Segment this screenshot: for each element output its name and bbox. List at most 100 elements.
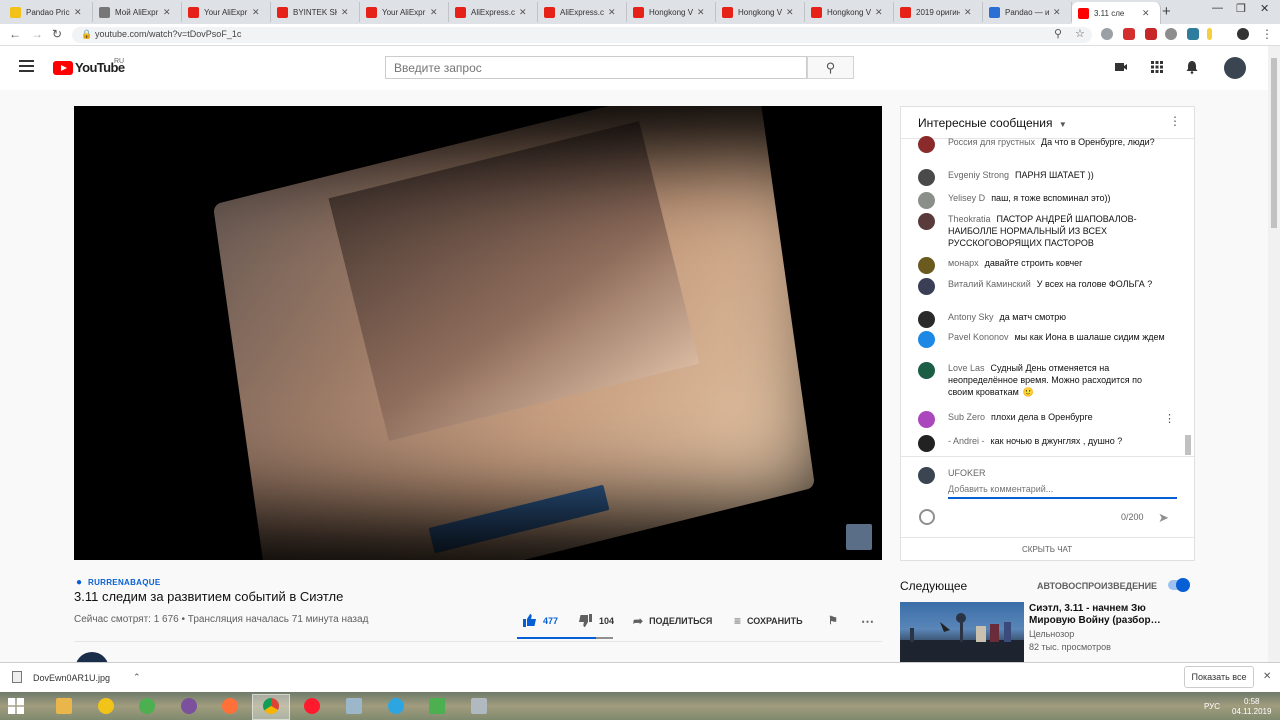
browser-tab[interactable]: BYINTEK SKY ✕	[271, 2, 360, 22]
file-explorer-icon[interactable]	[50, 695, 78, 719]
chat-message[interactable]: - Andrei - как ночью в джунглях , душно ?	[918, 435, 1168, 452]
tab-close-icon[interactable]: ✕	[697, 7, 705, 18]
show-all-downloads-button[interactable]: Показать все	[1184, 666, 1254, 688]
chat-author-name[interactable]: Sub Zero	[948, 412, 985, 422]
tab-close-icon[interactable]: ✕	[163, 7, 171, 18]
chat-author-name[interactable]: Theokratia	[948, 214, 991, 224]
utorrent-icon[interactable]	[423, 695, 451, 719]
next-video-channel[interactable]: Цельнозор	[1029, 629, 1074, 639]
hamburger-menu-icon[interactable]	[19, 60, 34, 72]
browser-tab[interactable]: Your AliExpr ✕	[360, 2, 449, 22]
next-video-title[interactable]: Сиэтл, 3.11 - начнем Зю Мировую Войну (р…	[1029, 603, 1169, 627]
message-menu-icon[interactable]: ⋮	[1164, 412, 1175, 425]
more-actions-icon[interactable]: ⋯	[861, 614, 874, 630]
maximize-window-icon[interactable]: ❐	[1236, 2, 1246, 15]
input-language[interactable]: РУС	[1204, 702, 1220, 711]
chat-message[interactable]: Evgeniy Strong ПАРНЯ ШАТАЕТ ))	[918, 169, 1168, 186]
next-video-thumbnail[interactable]	[900, 602, 1024, 662]
chat-author-name[interactable]: Antony Sky	[948, 312, 994, 322]
system-clock[interactable]: 0:58 04.11.2019	[1232, 697, 1271, 717]
chat-message[interactable]: Theokratia ПАСТОР АНДРЕЙ ШАПОВАЛОВ- НАИБО…	[918, 213, 1168, 249]
chat-message[interactable]: Виталий Каминский У всех на голове ФОЛЬГА…	[918, 278, 1168, 295]
tab-close-icon[interactable]: ✕	[964, 7, 972, 18]
telegram-icon[interactable]	[382, 695, 410, 719]
tab-close-icon[interactable]: ✕	[74, 7, 82, 18]
extension-icon[interactable]	[1187, 28, 1199, 40]
chat-author-name[interactable]: Evgeniy Strong	[948, 170, 1009, 180]
extension-icon[interactable]	[1165, 28, 1177, 40]
close-window-icon[interactable]: ✕	[1260, 2, 1269, 15]
create-video-icon[interactable]	[1114, 60, 1128, 74]
emoji-picker-icon[interactable]	[919, 509, 935, 525]
tab-close-icon[interactable]: ✕	[1142, 8, 1150, 19]
like-button[interactable]: 477	[522, 614, 558, 627]
chat-message[interactable]: Antony Sky да матч смотрю	[918, 311, 1168, 328]
chat-author-name[interactable]: Виталий Каминский	[948, 279, 1031, 289]
viber-icon[interactable]	[175, 695, 203, 719]
tab-close-icon[interactable]: ✕	[252, 7, 260, 18]
chat-author-name[interactable]: Yelisey D	[948, 193, 985, 203]
chat-message[interactable]: Yelisey D паш, я тоже вспоминал это))	[918, 192, 1168, 209]
extension-icon[interactable]	[1207, 28, 1212, 40]
report-flag-icon[interactable]: ⚑	[828, 614, 838, 627]
chat-author-name[interactable]: Pavel Kononov	[948, 332, 1009, 342]
reload-icon[interactable]: ↻	[52, 27, 62, 41]
tab-close-icon[interactable]: ✕	[608, 7, 616, 18]
chat-author-name[interactable]: - Andrei -	[948, 436, 985, 446]
calculator-icon[interactable]	[465, 695, 493, 719]
chat-message[interactable]: Love Las Судный День отменяется на неопре…	[918, 362, 1168, 398]
chat-message[interactable]: Россия для грустных Да что в Оренбурге, л…	[918, 136, 1168, 158]
url-text[interactable]: youtube.com/watch?v=tDovPsoF_1c	[95, 29, 241, 39]
share-button[interactable]: ➦ ПОДЕЛИТЬСЯ	[633, 614, 712, 628]
zoom-icon[interactable]: ⚲	[1054, 27, 1062, 40]
browser-tab[interactable]: Pandao Price ✕	[4, 2, 93, 22]
bookmark-star-icon[interactable]: ☆	[1075, 27, 1085, 40]
extension-icon[interactable]	[1145, 28, 1157, 40]
autoplay-toggle-knob[interactable]	[1176, 578, 1190, 592]
new-tab-button[interactable]: +	[1162, 3, 1171, 20]
chat-mode-dropdown[interactable]: Интересные сообщения ▼	[918, 116, 1067, 130]
tab-close-icon[interactable]: ✕	[341, 7, 349, 18]
app-clover-icon[interactable]	[133, 695, 161, 719]
browser-tab[interactable]: 2019 оригин ✕	[894, 2, 983, 22]
close-icon[interactable]: ✕	[1263, 671, 1271, 682]
tab-close-icon[interactable]: ✕	[519, 7, 527, 18]
search-input[interactable]	[385, 56, 807, 79]
forward-icon[interactable]: →	[31, 27, 43, 41]
hide-chat-button[interactable]: СКРЫТЬ ЧАТ	[1022, 545, 1072, 554]
back-icon[interactable]: ←	[9, 27, 21, 41]
browser-tab[interactable]: Pandao — и ✕	[983, 2, 1072, 22]
tab-close-icon[interactable]: ✕	[1053, 7, 1061, 18]
opera-icon[interactable]	[298, 695, 326, 719]
browser-tab[interactable]: Hongkong V ✕	[627, 2, 716, 22]
browser-tab[interactable]: 3.11 сле ✕	[1072, 2, 1161, 24]
chat-message-input[interactable]	[948, 484, 1177, 499]
chat-author-name[interactable]: монарх	[948, 258, 979, 268]
minimize-window-icon[interactable]: —	[1212, 2, 1223, 14]
browser-tab[interactable]: AliExpress.co ✕	[449, 2, 538, 22]
channel-watermark[interactable]	[846, 524, 872, 550]
app-triangle-icon[interactable]	[92, 695, 120, 719]
extension-icon[interactable]	[1123, 28, 1135, 40]
windows-start-icon[interactable]	[8, 698, 24, 714]
tab-close-icon[interactable]: ✕	[786, 7, 794, 18]
chat-message[interactable]: Sub Zero плохи дела в Оренбурге	[918, 411, 1168, 428]
page-scrollbar-thumb[interactable]	[1271, 58, 1277, 228]
tab-close-icon[interactable]: ✕	[430, 7, 438, 18]
apps-grid-icon[interactable]	[1150, 60, 1164, 74]
chat-author-name[interactable]: Love Las	[948, 363, 985, 373]
extension-globe-icon[interactable]	[1101, 28, 1113, 40]
chat-scrollbar-thumb[interactable]	[1185, 435, 1191, 455]
browser-tab[interactable]: Hongkong V ✕	[805, 2, 894, 22]
youtube-logo-icon[interactable]	[53, 61, 73, 75]
browser-menu-icon[interactable]: ⋮	[1261, 27, 1273, 41]
browser-tab[interactable]: Мой AliExpr ✕	[93, 2, 182, 22]
firefox-icon[interactable]	[216, 695, 244, 719]
app-notes-icon[interactable]	[340, 695, 368, 719]
video-location[interactable]: RURRENABAQUE	[88, 578, 161, 587]
tab-close-icon[interactable]: ✕	[875, 7, 883, 18]
chat-author-name[interactable]: Россия для грустных	[948, 137, 1035, 147]
account-avatar[interactable]	[1224, 57, 1246, 79]
chat-message[interactable]: монарх давайте строить ковчег	[918, 257, 1168, 274]
profile-icon[interactable]	[1237, 28, 1249, 40]
